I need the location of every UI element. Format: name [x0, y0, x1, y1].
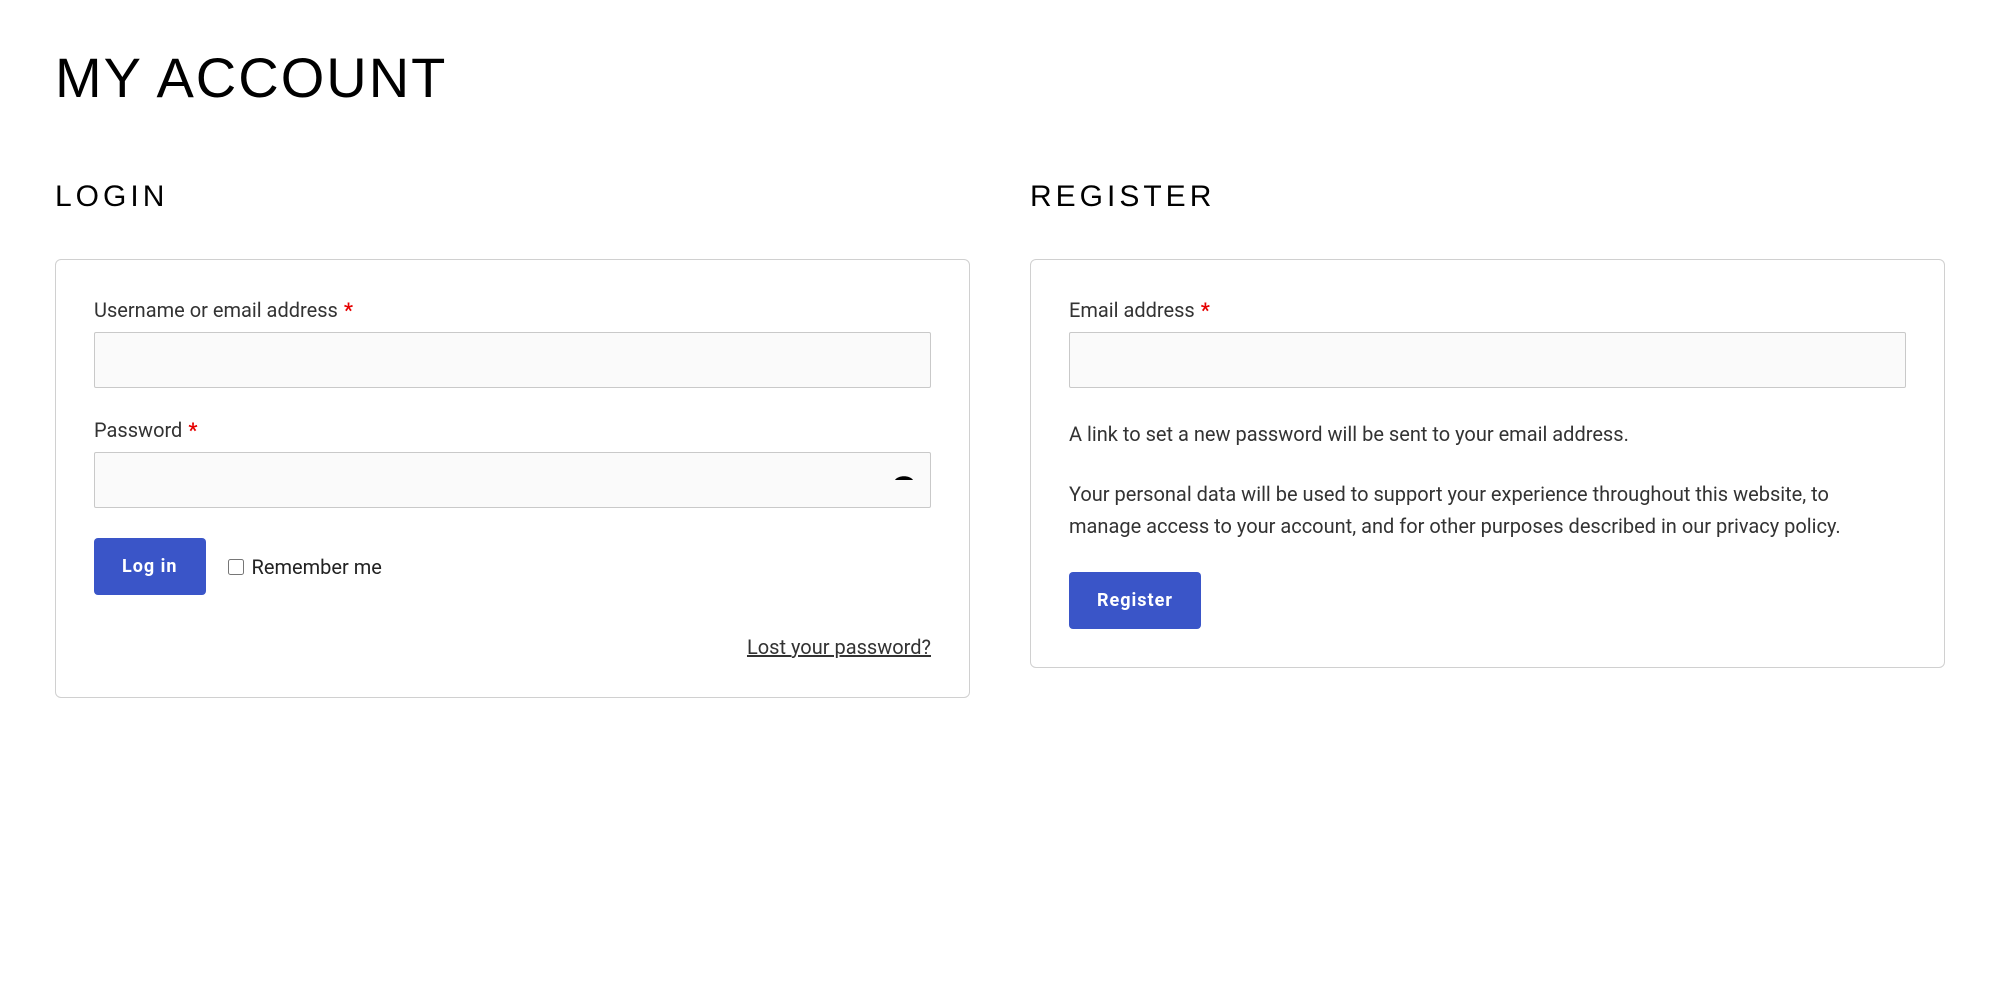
login-button[interactable]: Log in — [94, 538, 206, 595]
login-panel: Username or email address * Password * — [55, 259, 970, 698]
show-password-icon[interactable] — [895, 475, 913, 485]
lost-password-row: Lost your password? — [94, 635, 931, 659]
login-heading: LOGIN — [55, 180, 970, 214]
password-label-text: Password — [94, 418, 182, 442]
login-column: LOGIN Username or email address * Passwo… — [55, 180, 970, 698]
remember-me-label: Remember me — [252, 555, 382, 579]
register-email-label-text: Email address — [1069, 298, 1195, 322]
register-action-row: Register — [1069, 572, 1906, 629]
required-marker: * — [188, 418, 197, 442]
register-column: REGISTER Email address * A link to set a… — [1030, 180, 1945, 698]
username-label: Username or email address * — [94, 298, 931, 322]
register-heading: REGISTER — [1030, 180, 1945, 214]
username-field: Username or email address * — [94, 298, 931, 388]
register-email-input[interactable] — [1069, 332, 1906, 388]
register-email-label: Email address * — [1069, 298, 1906, 322]
password-label: Password * — [94, 418, 931, 442]
required-marker: * — [1201, 298, 1210, 322]
password-input-wrap — [94, 452, 931, 508]
remember-me-wrap[interactable]: Remember me — [228, 555, 382, 579]
lost-password-link[interactable]: Lost your password? — [747, 635, 931, 659]
account-columns: LOGIN Username or email address * Passwo… — [55, 180, 1945, 698]
page-title: MY ACCOUNT — [55, 45, 1945, 110]
username-label-text: Username or email address — [94, 298, 338, 322]
register-info-2: Your personal data will be used to suppo… — [1069, 478, 1906, 542]
required-marker: * — [344, 298, 353, 322]
remember-me-checkbox[interactable] — [228, 559, 244, 575]
register-info-1: A link to set a new password will be sen… — [1069, 418, 1906, 450]
register-panel: Email address * A link to set a new pass… — [1030, 259, 1945, 668]
login-action-row: Log in Remember me — [94, 538, 931, 595]
register-email-field: Email address * — [1069, 298, 1906, 388]
password-input[interactable] — [94, 452, 931, 508]
username-input[interactable] — [94, 332, 931, 388]
password-field: Password * — [94, 418, 931, 508]
register-button[interactable]: Register — [1069, 572, 1201, 629]
